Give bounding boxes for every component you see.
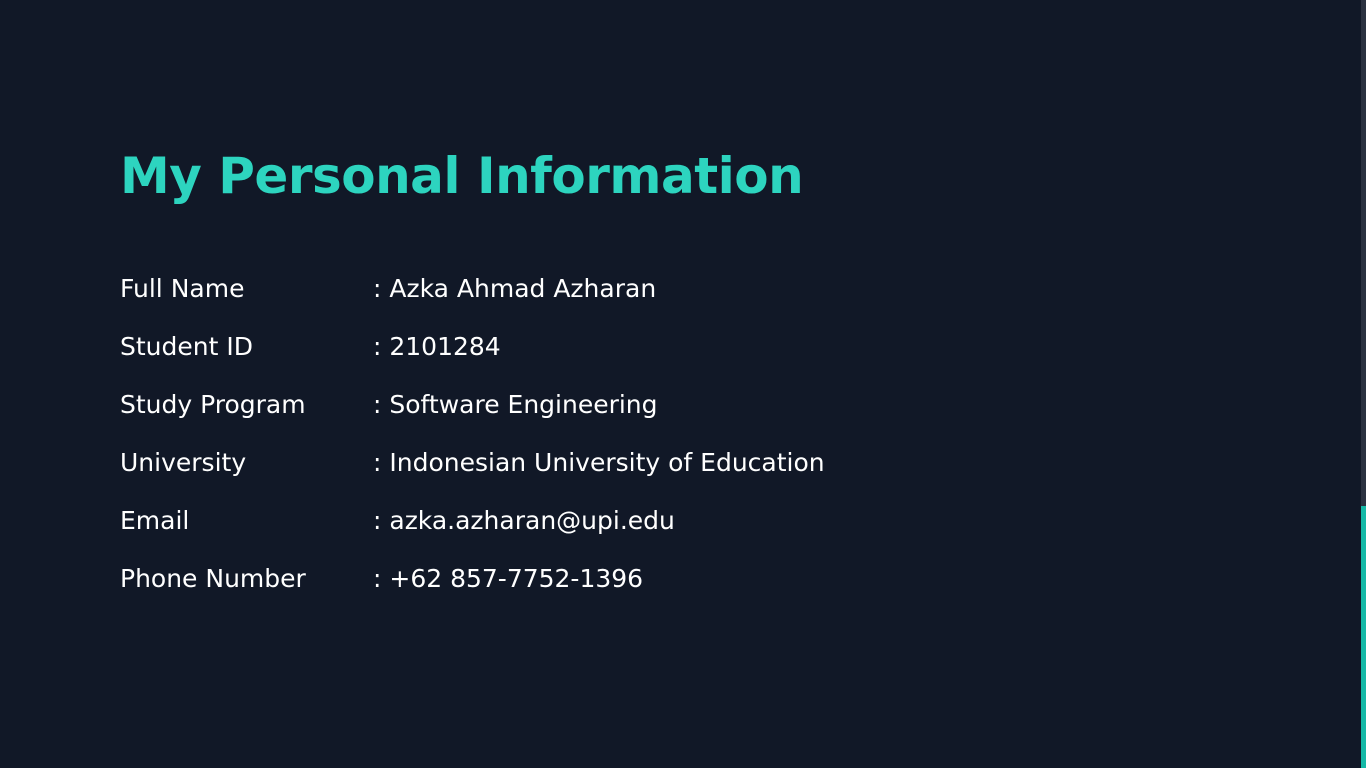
student-id-value: : 2101284: [373, 331, 501, 361]
info-row-full-name: Full Name : Azka Ahmad Azharan: [120, 258, 825, 318]
student-id-label: Student ID: [120, 331, 253, 361]
scrollbar-thumb[interactable]: [1361, 506, 1366, 768]
university-label: University: [120, 447, 247, 477]
phone-number-value: : +62 857-7752-1396: [373, 563, 644, 593]
page-title: My Personal Information: [120, 147, 804, 205]
page: My Personal Information Full Name : Azka…: [0, 0, 1366, 768]
info-row-university: University : Indonesian University of Ed…: [120, 432, 825, 492]
full-name-label: Full Name: [120, 273, 245, 303]
study-program-label: Study Program: [120, 389, 306, 419]
info-row-study-program: Study Program : Software Engineering: [120, 374, 825, 434]
personal-info-section: My Personal Information Full Name : Azka…: [120, 146, 825, 608]
info-row-student-id: Student ID : 2101284: [120, 316, 825, 376]
info-list: Full Name : Azka Ahmad Azharan Student I…: [120, 258, 825, 608]
vertical-scrollbar[interactable]: [1361, 0, 1366, 768]
phone-number-label: Phone Number: [120, 563, 306, 593]
study-program-value: : Software Engineering: [373, 389, 658, 419]
university-value: : Indonesian University of Education: [373, 447, 825, 477]
email-value: : azka.azharan@upi.edu: [373, 505, 675, 535]
email-label: Email: [120, 505, 190, 535]
info-row-email: Email : azka.azharan@upi.edu: [120, 490, 825, 550]
info-row-phone-number: Phone Number : +62 857-7752-1396: [120, 548, 825, 608]
full-name-value: : Azka Ahmad Azharan: [373, 273, 657, 303]
